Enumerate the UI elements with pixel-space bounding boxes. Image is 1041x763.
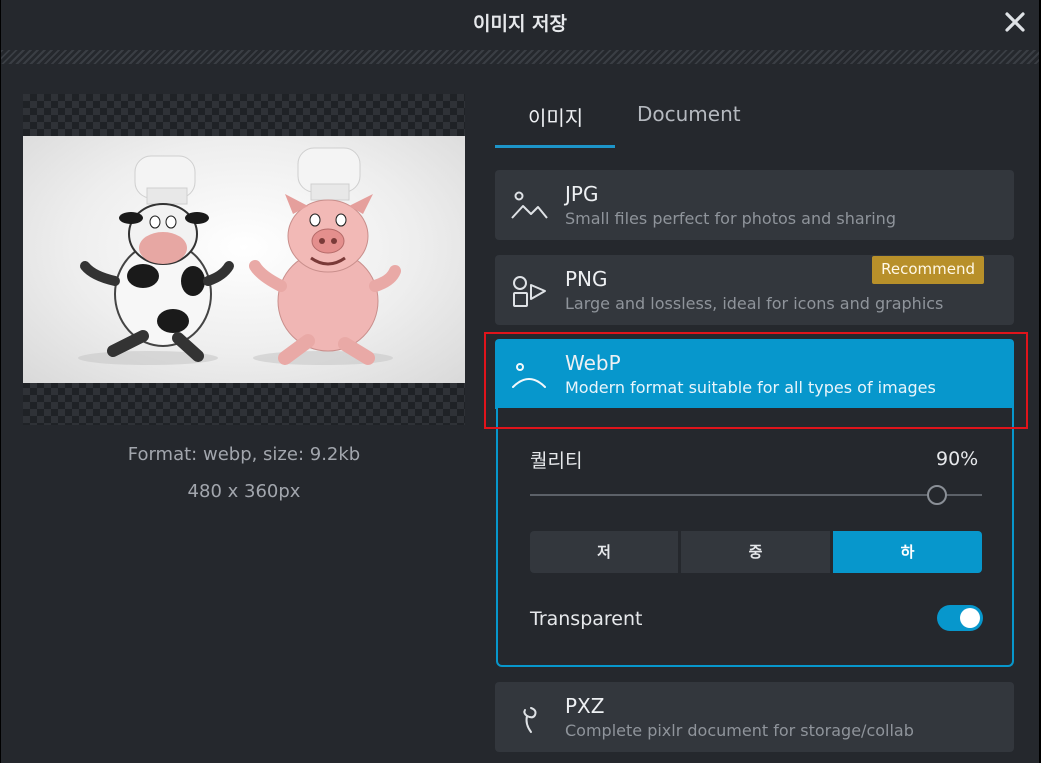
format-option-jpg[interactable]: JPG Small files perfect for photos and s… xyxy=(495,170,1014,240)
quality-label: 퀄리티 xyxy=(530,450,583,472)
pin-icon xyxy=(523,707,537,733)
preview-photo xyxy=(23,136,465,383)
tab-document[interactable]: Document xyxy=(637,102,741,126)
preset-medium-button[interactable]: 중 xyxy=(681,531,830,573)
cow-character xyxy=(80,155,234,362)
preset-low-button[interactable]: 저 xyxy=(530,531,678,573)
titlebar: 이미지 저장 xyxy=(1,0,1039,48)
preview-format-info: Format: webp, size: 9.2kb xyxy=(127,444,361,465)
title-divider xyxy=(1,50,1039,64)
mountain-icon xyxy=(511,191,548,219)
active-tab-indicator xyxy=(495,145,615,148)
save-image-dialog: 이미지 저장 Format: webp, size: 9.2kb 480 x 3… xyxy=(1,0,1039,763)
dialog-title: 이미지 저장 xyxy=(472,13,567,35)
format-description: Complete pixlr document for storage/coll… xyxy=(565,721,914,740)
tab-image[interactable]: 이미지 xyxy=(528,102,583,131)
close-icon[interactable] xyxy=(1001,8,1029,36)
transparent-toggle[interactable] xyxy=(937,605,983,631)
quality-value: 90% xyxy=(936,448,979,470)
arc-icon xyxy=(512,363,546,388)
recommend-badge: Recommend xyxy=(872,256,984,284)
preset-high-button[interactable]: 하 xyxy=(833,531,982,573)
quality-slider-track[interactable] xyxy=(530,494,982,496)
format-description: Large and lossless, ideal for icons and … xyxy=(565,294,944,313)
quality-slider-thumb[interactable] xyxy=(926,485,947,505)
transparent-label: Transparent xyxy=(530,608,643,630)
preview-dimensions: 480 x 360px xyxy=(187,481,301,502)
format-name: JPG xyxy=(565,182,599,206)
format-option-png[interactable]: PNG Large and lossless, ideal for icons … xyxy=(495,255,1014,325)
webp-options-panel: 퀄리티 90% 저 중 하 Transparent xyxy=(496,408,1014,667)
format-name: WebP xyxy=(565,351,621,375)
format-description: Small files perfect for photos and shari… xyxy=(565,209,896,228)
pig-character xyxy=(249,147,401,365)
image-preview xyxy=(23,94,465,425)
format-option-pxz[interactable]: PXZ Complete pixlr document for storage/… xyxy=(495,682,1014,752)
format-option-webp[interactable]: WebP Modern format suitable for all type… xyxy=(495,339,1014,409)
format-description: Modern format suitable for all types of … xyxy=(565,378,936,397)
shapes-icon xyxy=(513,276,546,307)
toggle-knob xyxy=(960,608,980,628)
format-name: PXZ xyxy=(565,694,605,718)
format-name: PNG xyxy=(565,267,608,291)
